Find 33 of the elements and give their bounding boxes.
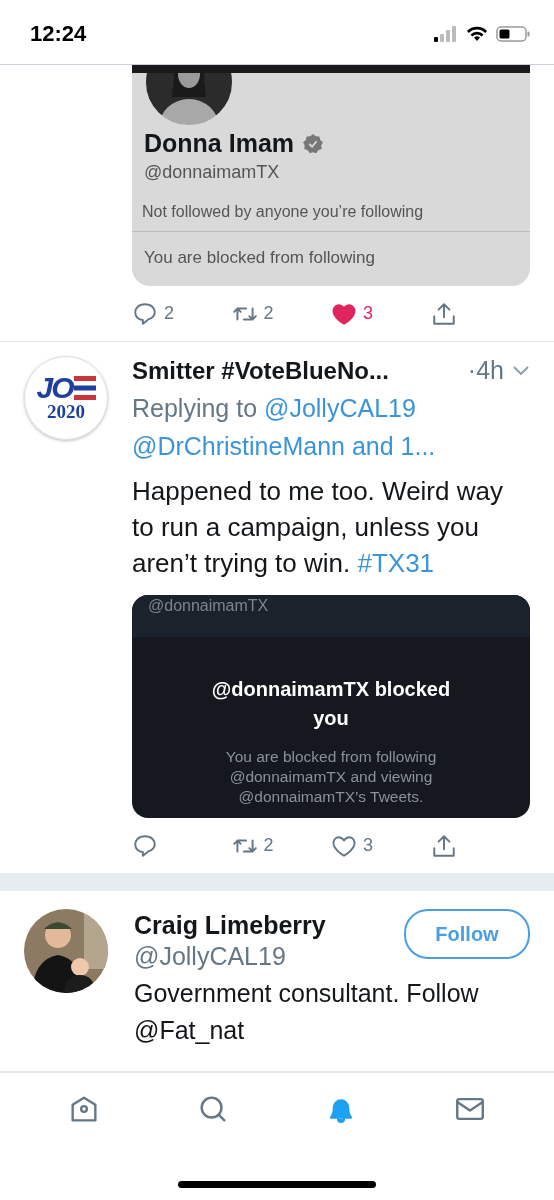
mention-link[interactable]: @JollyCAL19 — [264, 394, 416, 422]
retweet-button[interactable]: 2 — [231, 300, 331, 327]
signal-icon — [434, 26, 458, 42]
followers-note: Not followed by anyone you’re following — [132, 183, 530, 232]
blocked-note: You are blocked from following — [144, 247, 376, 268]
user-name: Craig Limeberry — [134, 911, 326, 940]
battery-icon — [496, 26, 530, 42]
tweet-text: Happened to me too. Weird way to run a campaign, unless you aren’t trying to win. #TX31 — [132, 475, 504, 580]
tweet-time: ·4h — [467, 356, 504, 385]
follow-button[interactable]: Follow — [404, 909, 530, 959]
retweet-button[interactable]: 2 — [231, 832, 331, 859]
blocked-message: You are blocked from following @donnaimamTX and viewing @donnaimamTX’s Tweets. — [224, 747, 438, 807]
reply-button[interactable]: 2 — [132, 300, 232, 327]
blocked-title: @donnaimamTX blocked you — [210, 677, 452, 731]
reply-icon — [132, 832, 158, 859]
wifi-icon — [466, 26, 488, 42]
profile-name: Donna Imam — [144, 129, 295, 158]
reply-icon — [132, 300, 158, 327]
share-icon — [430, 300, 457, 327]
like-button[interactable]: 3 — [331, 832, 431, 859]
clock-time: 12:24 — [30, 21, 87, 47]
mention-link[interactable]: @DrChristineMann and 1... — [132, 432, 436, 460]
hashtag-link[interactable]: #TX31 — [357, 548, 435, 578]
chevron-down-icon[interactable] — [512, 364, 530, 377]
profile-handle: @donnaimamTX — [144, 162, 281, 183]
replying-to-text: Replying to @JollyCAL19 @DrChristineMann and 1... — [132, 393, 437, 462]
share-icon — [430, 832, 457, 859]
like-button[interactable]: 3 — [331, 300, 431, 327]
author-name: Smitter #VoteBlueNo... — [132, 356, 390, 385]
user-handle: @JollyCAL19 — [134, 942, 287, 971]
card-handle: @donnaimamTX — [148, 597, 270, 615]
stripes-icon — [73, 376, 96, 400]
user-bio: Government consultant. Follow @Fat_nat — [134, 978, 480, 1046]
